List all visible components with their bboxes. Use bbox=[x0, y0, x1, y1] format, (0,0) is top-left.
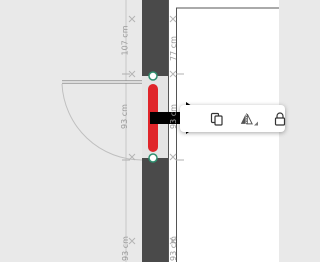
door-context-toolbar bbox=[180, 105, 286, 132]
lock-icon bbox=[274, 111, 286, 126]
door-handle-top[interactable] bbox=[148, 71, 158, 81]
mirror-button[interactable] bbox=[240, 110, 258, 128]
mirror-icon bbox=[240, 112, 253, 125]
dimension-label-left-lower: 93 cm bbox=[120, 236, 130, 261]
dimension-label-left-middle: 93 cm bbox=[119, 104, 129, 129]
dimension-label-right-middle: 93 cm bbox=[168, 104, 178, 129]
dimension-label-right-lower: 93 cm bbox=[168, 236, 178, 261]
dimension-label-left-upper: 107 cm bbox=[120, 25, 130, 56]
door-handle-bottom[interactable] bbox=[148, 153, 158, 163]
dimension-label-right-upper: 77 cm bbox=[168, 36, 178, 61]
dropdown-corner-icon bbox=[253, 121, 258, 126]
copy-icon bbox=[210, 112, 223, 126]
duplicate-button[interactable] bbox=[210, 110, 224, 128]
lock-button[interactable] bbox=[274, 110, 286, 128]
